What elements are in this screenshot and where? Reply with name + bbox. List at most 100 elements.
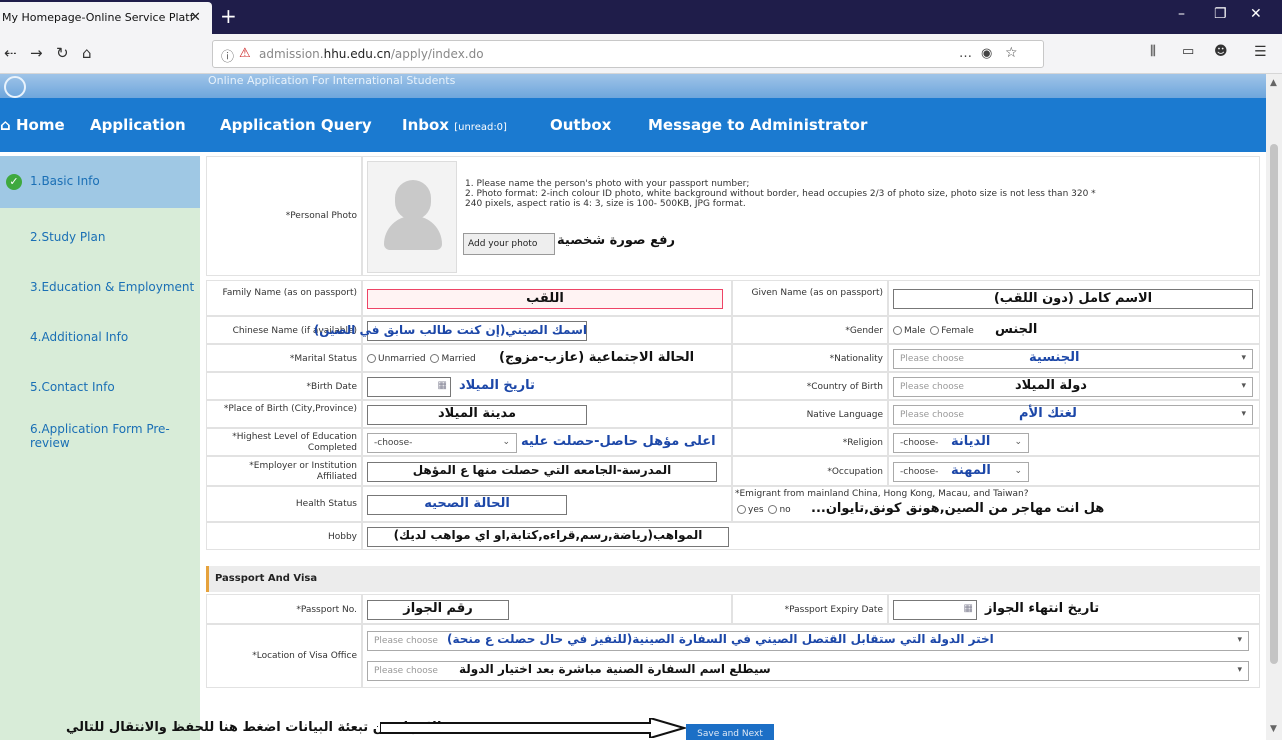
passport-section-header: Passport And Visa	[206, 566, 1260, 592]
employer-hint: المدرسة-الجامعه التي حصلت منها ع المؤهل	[412, 463, 672, 477]
emigrant-no-radio[interactable]	[768, 505, 778, 514]
hobby-hint: المواهب(رياضة,رسم,قراءه,كتابة,او اي مواه…	[393, 528, 703, 542]
info-icon[interactable]: ⓘ	[221, 46, 234, 65]
chevron-down-icon: ⌄	[1014, 466, 1022, 476]
gender-hint: الجنس	[995, 322, 1038, 337]
chinese-input-cell: اسمك الصيني(إن كنت طالب سابق في الصين)	[314, 316, 732, 344]
visa-embassy-hint: سيطلع اسم السفارة الصنية مباشرة بعد اختي…	[459, 662, 771, 676]
visa-country-hint: اختر الدولة التي ستقابل القتصل الصيني في…	[447, 632, 994, 646]
more-icon[interactable]: …	[959, 46, 972, 61]
bookmark-star-icon[interactable]: ☆	[1005, 45, 1018, 61]
pocket-icon[interactable]: ◉	[981, 46, 992, 61]
save-next-button[interactable]: Save and Next	[686, 724, 774, 740]
back-icon[interactable]: ⇠	[4, 44, 17, 62]
nationality-label: *Nationality	[829, 354, 883, 364]
minimize-icon[interactable]: –	[1178, 6, 1185, 22]
tab-close-icon[interactable]: ✕	[190, 10, 201, 25]
calendar-icon[interactable]: ▦	[964, 603, 973, 614]
gender-female-radio[interactable]	[930, 326, 940, 335]
hobby-label-cell: Hobby	[206, 522, 362, 550]
passport-expiry-input[interactable]: ▦	[893, 600, 977, 620]
browser-tab-bar: My Homepage-Online Service Platf ✕ + – ❐…	[0, 0, 1282, 34]
home-icon[interactable]: ⌂	[82, 44, 92, 62]
page-scrollbar[interactable]: ▲ ▼	[1266, 74, 1282, 740]
passport-no-hint: رقم الجواز	[403, 601, 473, 616]
family-name-label: Family Name (as on passport)	[222, 288, 357, 298]
photo-note-3: 240 pixels, aspect ratio is 4: 3, size i…	[465, 199, 746, 209]
sidebar-item-contact[interactable]: 5.Contact Info	[30, 380, 115, 394]
education-label: *Highest Level of Education Completed	[232, 432, 357, 453]
sidebar-item-education[interactable]: 3.Education & Employment	[30, 280, 194, 294]
given-label-cell: Given Name (as on passport)	[732, 280, 888, 316]
religion-label: *Religion	[842, 438, 883, 448]
add-photo-button[interactable]: Add your photo	[463, 233, 555, 255]
employer-label: *Employer or Institution Affiliated	[249, 461, 357, 482]
scroll-up-icon[interactable]: ▲	[1270, 78, 1277, 88]
menu-inbox[interactable]: Inbox [unread:0]	[402, 116, 507, 134]
sidebar-item-study-plan[interactable]: 2.Study Plan	[30, 230, 105, 244]
menu-application-query[interactable]: Application Query	[220, 116, 372, 134]
account-icon[interactable]: ☻	[1214, 44, 1228, 59]
chevron-down-icon: ⌄	[502, 437, 510, 447]
marital-unmarried-radio[interactable]	[367, 354, 376, 363]
banner-subtitle: Online Application For International Stu…	[208, 74, 456, 87]
forward-icon[interactable]: →	[30, 44, 43, 62]
birth-label-cell: *Birth Date	[206, 372, 362, 400]
native-language-hint: لغتك الأم	[1019, 406, 1077, 421]
sidebar-item-basic-info[interactable]: ✓ 1.Basic Info	[0, 156, 200, 208]
nationality-cell: Please choose ▾ الجنسية	[888, 344, 1260, 372]
gender-radios[interactable]: Male Female	[891, 326, 974, 336]
scroll-down-icon[interactable]: ▼	[1270, 724, 1277, 734]
occupation-cell: -choose- ⌄ المهنة	[888, 456, 1260, 486]
marital-married-radio[interactable]	[430, 354, 440, 363]
address-bar[interactable]: ⓘ ⚠ admission.hhu.edu.cn/apply/index.do …	[212, 40, 1044, 68]
chevron-down-icon: ▾	[1237, 665, 1242, 675]
family-input-cell: اللقب	[362, 280, 732, 316]
menu-application[interactable]: Application	[90, 116, 186, 134]
scrollbar-thumb[interactable]	[1270, 144, 1278, 664]
sidebar-item-preview-cont[interactable]: review	[30, 436, 70, 450]
new-tab-button[interactable]: +	[220, 4, 237, 28]
gender-label: *Gender	[845, 326, 883, 336]
marital-radios[interactable]: Unmarried Married	[365, 354, 476, 364]
education-hint: اعلى مؤهل حاصل-حصلت عليه	[521, 434, 716, 449]
health-status-label: Health Status	[295, 499, 357, 509]
gender-male-radio[interactable]	[893, 326, 902, 335]
sidebar-item-additional[interactable]: 4.Additional Info	[30, 330, 128, 344]
sidebar-icon[interactable]: ▭	[1182, 44, 1194, 59]
arrow-right-icon	[380, 718, 686, 738]
avatar-head-icon	[395, 180, 431, 220]
sidebar-item-preview[interactable]: 6.Application Form Pre-	[30, 422, 170, 436]
birth-cell: ▦ تاريخ الميلاد	[362, 372, 732, 400]
occupation-label: *Occupation	[827, 467, 883, 477]
gender-cell: Male Female الجنس	[888, 316, 1260, 344]
religion-hint: الديانة	[951, 434, 991, 449]
browser-toolbar: ⇠ → ↻ ⌂ ⓘ ⚠ admission.hhu.edu.cn/apply/i…	[0, 34, 1282, 74]
close-window-icon[interactable]: ✕	[1250, 6, 1262, 22]
given-name-label: Given Name (as on passport)	[751, 288, 883, 298]
emigrant-yes-radio[interactable]	[737, 505, 746, 514]
site-banner: Online Application For International Stu…	[0, 74, 1266, 98]
visa-cell: Please choose ▾ اختر الدولة التي ستقابل ا…	[362, 624, 1260, 688]
marital-hint: الحالة الاجتماعية (عازب-مزوج)	[499, 350, 695, 365]
browser-tab[interactable]: My Homepage-Online Service Platf ✕	[0, 2, 212, 34]
emigrant-cell: *Emigrant from mainland China, Hong Kong…	[732, 486, 1260, 522]
birth-date-input[interactable]: ▦	[367, 377, 451, 397]
calendar-icon[interactable]: ▦	[438, 380, 447, 391]
menu-outbox[interactable]: Outbox	[550, 116, 611, 134]
menu-home[interactable]: ⌂ Home	[0, 116, 65, 134]
nationality-label-cell: *Nationality	[732, 344, 888, 372]
maximize-icon[interactable]: ❐	[1214, 6, 1227, 22]
passport-no-label-cell: *Passport No.	[206, 594, 362, 624]
emigrant-radios[interactable]: yes no	[735, 505, 791, 515]
reload-icon[interactable]: ↻	[56, 44, 69, 62]
menu-icon[interactable]: ☰	[1254, 44, 1267, 60]
site-logo-icon	[4, 76, 26, 98]
place-birth-label: *Place of Birth (City,Province)	[223, 404, 357, 414]
given-input-cell: الاسم كامل (دون اللقب)	[888, 280, 1260, 316]
menu-message-admin[interactable]: Message to Administrator	[648, 116, 867, 134]
library-icon[interactable]: ⫼	[1150, 44, 1156, 59]
education-select[interactable]: -choose- ⌄	[367, 433, 517, 453]
health-cell: الحالة الصحيه	[362, 486, 732, 522]
expiry-label-cell: *Passport Expiry Date	[732, 594, 888, 624]
